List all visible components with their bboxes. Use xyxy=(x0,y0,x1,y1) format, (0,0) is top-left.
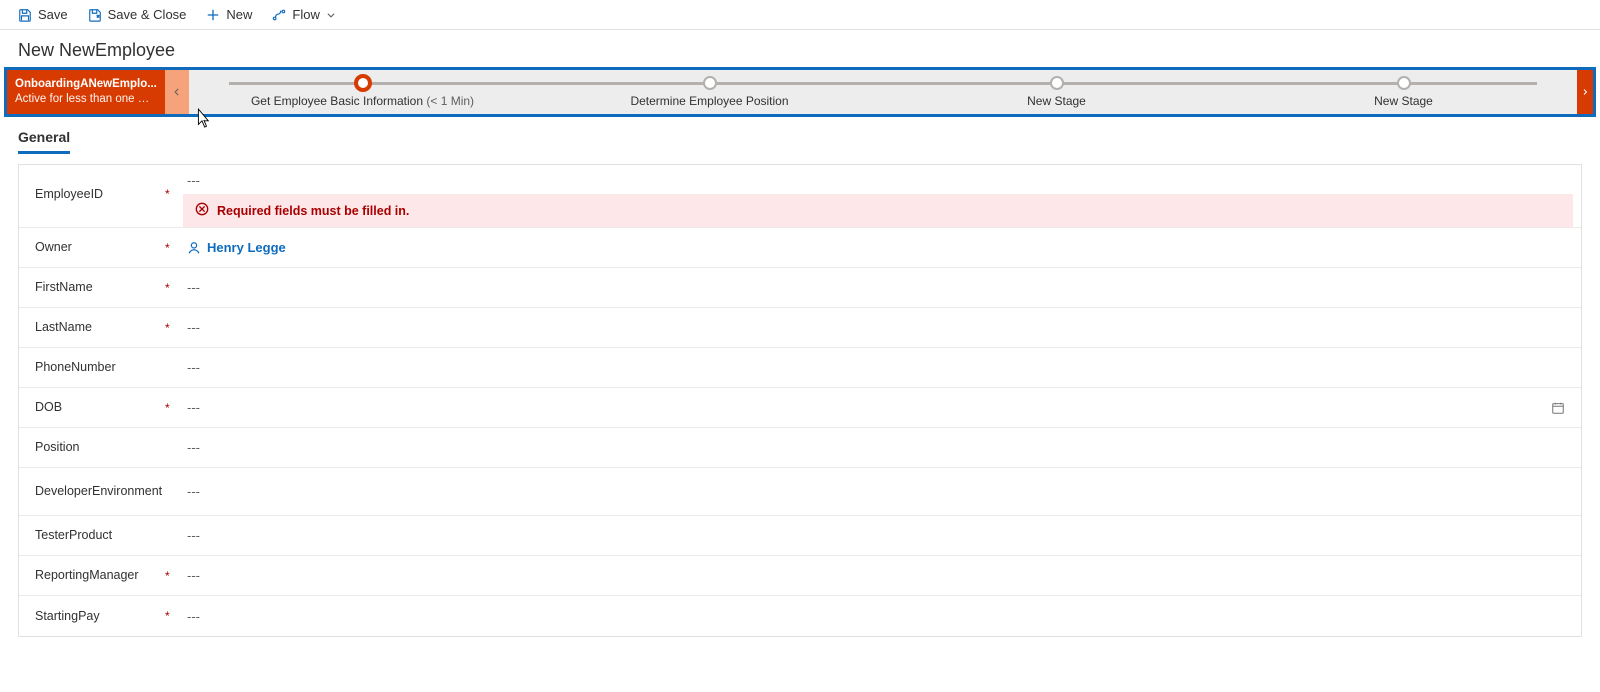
value-dev-env[interactable]: --- xyxy=(187,484,200,499)
field-starting-pay: StartingPay * --- xyxy=(19,596,1581,636)
field-dob: DOB * --- xyxy=(19,388,1581,428)
label-position: Position xyxy=(35,440,165,455)
bpf-stage-label-0: Get Employee Basic Information xyxy=(251,94,423,108)
owner-link[interactable]: Henry Legge xyxy=(207,240,286,255)
field-employee-id: EmployeeID * --- Required fields must be… xyxy=(19,165,1581,228)
required-marker: * xyxy=(165,321,183,335)
bpf-node-icon xyxy=(1397,76,1411,90)
value-owner[interactable]: Henry Legge xyxy=(183,240,1573,255)
required-marker: * xyxy=(165,401,183,415)
label-phone-number: PhoneNumber xyxy=(35,360,165,375)
tab-general[interactable]: General xyxy=(18,125,70,154)
flow-button[interactable]: Flow xyxy=(262,0,345,29)
label-starting-pay: StartingPay xyxy=(35,609,165,624)
label-last-name: LastName xyxy=(35,320,165,335)
field-first-name: FirstName * --- xyxy=(19,268,1581,308)
required-marker: * xyxy=(165,281,183,295)
bpf-stage-0[interactable]: Get Employee Basic Information (< 1 Min) xyxy=(189,70,536,114)
error-text: Required fields must be filled in. xyxy=(217,204,409,218)
flow-icon xyxy=(272,8,286,22)
bpf-stage-1[interactable]: Determine Employee Position xyxy=(536,70,883,114)
bpf-container: OnboardingANewEmplo... Active for less t… xyxy=(4,67,1596,117)
bpf-node-icon xyxy=(354,74,372,92)
bpf-prev-button[interactable] xyxy=(165,70,189,114)
label-tester-product: TesterProduct xyxy=(35,528,165,543)
save-close-button[interactable]: Save & Close xyxy=(78,0,197,29)
field-dev-env: DeveloperEnvironment --- xyxy=(19,468,1581,516)
bpf-stage-duration-0: (< 1 Min) xyxy=(426,94,474,108)
required-marker: * xyxy=(165,173,183,201)
bpf-node-icon xyxy=(703,76,717,90)
value-position[interactable]: --- xyxy=(187,440,200,455)
field-owner: Owner * Henry Legge xyxy=(19,228,1581,268)
bpf-stage-2[interactable]: New Stage xyxy=(883,70,1230,114)
save-button[interactable]: Save xyxy=(8,0,78,29)
bpf-stage-label-3: New Stage xyxy=(1374,94,1433,108)
save-close-icon xyxy=(88,8,102,22)
bpf-process-pill[interactable]: OnboardingANewEmplo... Active for less t… xyxy=(7,70,165,114)
bpf-stage-3[interactable]: New Stage xyxy=(1230,70,1577,114)
label-reporting-manager: ReportingManager xyxy=(35,568,165,583)
required-marker: * xyxy=(165,609,183,623)
field-reporting-manager: ReportingManager * --- xyxy=(19,556,1581,596)
value-employee-id[interactable]: --- xyxy=(187,173,200,188)
save-icon xyxy=(18,8,32,22)
value-tester-product[interactable]: --- xyxy=(187,528,200,543)
new-button[interactable]: New xyxy=(196,0,262,29)
field-phone-number: PhoneNumber --- xyxy=(19,348,1581,388)
chevron-right-icon xyxy=(1581,86,1589,98)
error-banner: Required fields must be filled in. xyxy=(183,194,1573,227)
value-starting-pay[interactable]: --- xyxy=(187,609,200,624)
label-dev-env: DeveloperEnvironment xyxy=(35,484,165,499)
value-dob[interactable]: --- xyxy=(187,400,200,415)
calendar-icon[interactable] xyxy=(1551,401,1573,415)
value-last-name[interactable]: --- xyxy=(187,320,200,335)
bpf-next-button[interactable] xyxy=(1577,70,1593,114)
person-icon xyxy=(187,241,201,255)
form-section-general: EmployeeID * --- Required fields must be… xyxy=(18,164,1582,637)
bpf-process-name: OnboardingANewEmplo... xyxy=(15,77,157,92)
bpf-stage-label-2: New Stage xyxy=(1027,94,1086,108)
new-label: New xyxy=(226,7,252,22)
save-label: Save xyxy=(38,7,68,22)
label-dob: DOB xyxy=(35,400,165,415)
field-position: Position --- xyxy=(19,428,1581,468)
save-close-label: Save & Close xyxy=(108,7,187,22)
required-marker: * xyxy=(165,241,183,255)
field-last-name: LastName * --- xyxy=(19,308,1581,348)
command-bar: Save Save & Close New Flow xyxy=(0,0,1600,30)
required-marker: * xyxy=(165,569,183,583)
value-reporting-manager[interactable]: --- xyxy=(187,568,200,583)
plus-icon xyxy=(206,8,220,22)
value-first-name[interactable]: --- xyxy=(187,280,200,295)
page-title: New NewEmployee xyxy=(0,30,1600,67)
bpf-track: Get Employee Basic Information (< 1 Min)… xyxy=(189,70,1577,114)
tab-strip: General xyxy=(0,117,1600,154)
error-icon xyxy=(195,202,209,219)
chevron-down-icon xyxy=(326,10,336,20)
bpf-process-status: Active for less than one mi... xyxy=(15,92,157,107)
flow-label: Flow xyxy=(292,7,319,22)
bpf-stage-label-1: Determine Employee Position xyxy=(630,94,788,108)
field-tester-product: TesterProduct --- xyxy=(19,516,1581,556)
value-phone-number[interactable]: --- xyxy=(187,360,200,375)
label-owner: Owner xyxy=(35,240,165,255)
label-employee-id: EmployeeID xyxy=(35,173,165,202)
label-first-name: FirstName xyxy=(35,280,165,295)
chevron-left-icon xyxy=(172,85,182,99)
bpf-node-icon xyxy=(1050,76,1064,90)
